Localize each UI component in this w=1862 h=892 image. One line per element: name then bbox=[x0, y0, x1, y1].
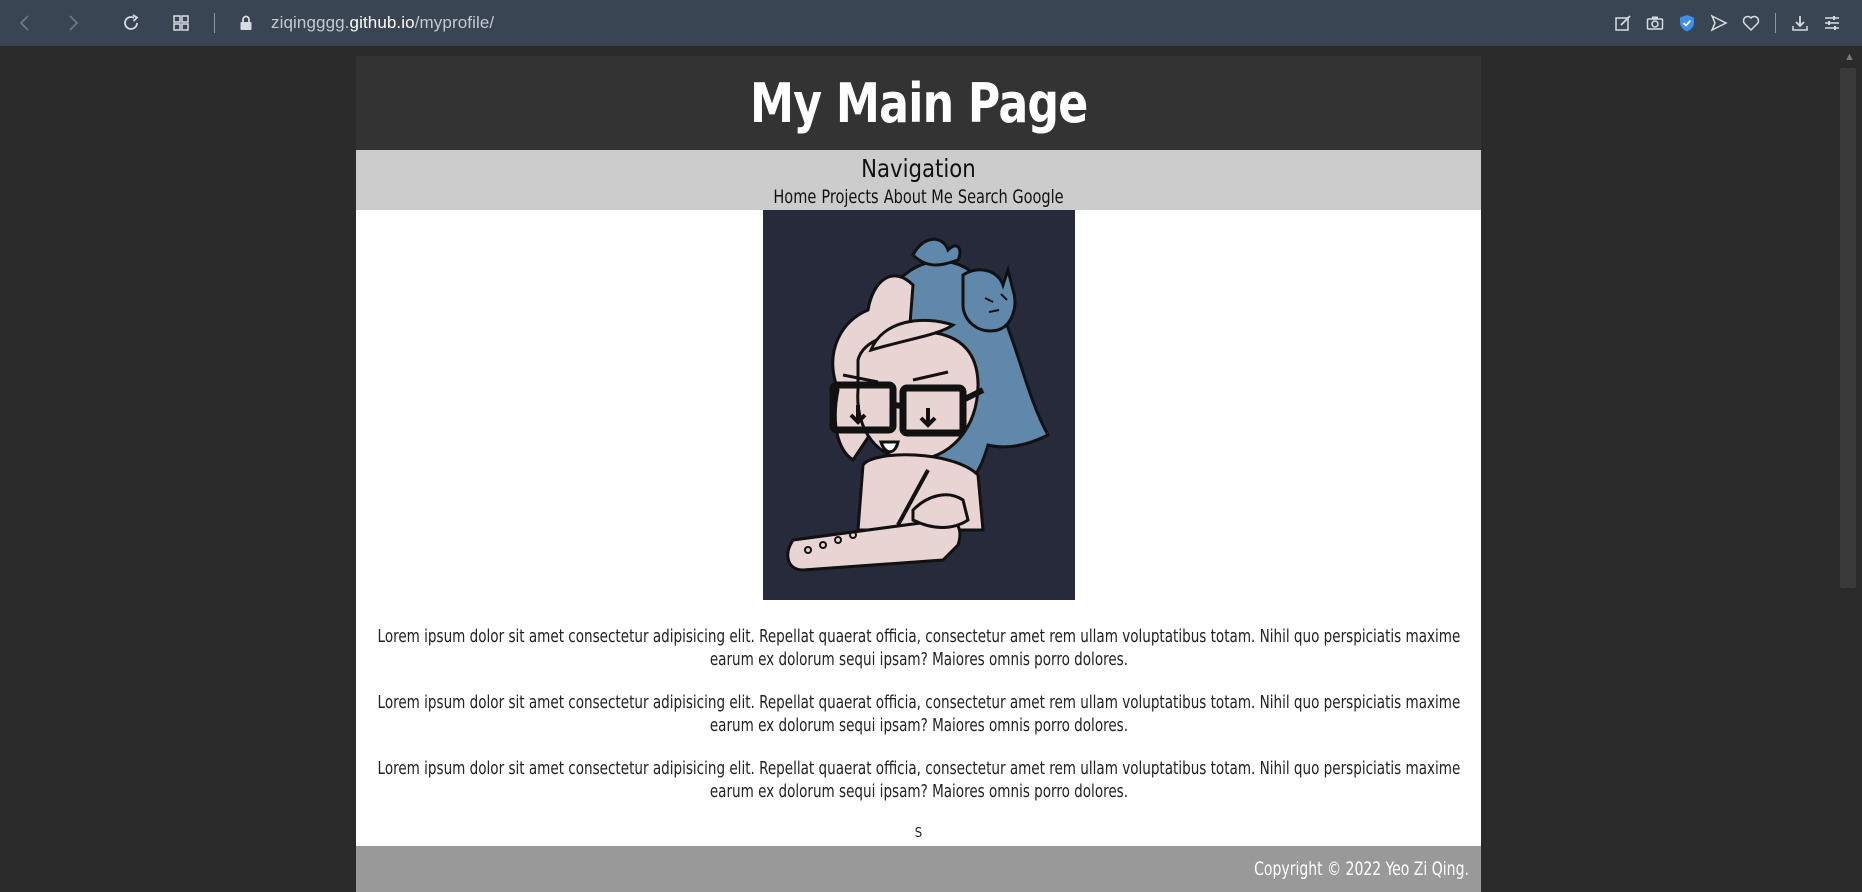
body-paragraph: Lorem ipsum dolor sit amet consectetur a… bbox=[378, 626, 1461, 672]
toolbar-actions bbox=[1607, 0, 1848, 46]
scrollbar-thumb[interactable] bbox=[1840, 68, 1856, 588]
nav-link-projects[interactable]: Projects bbox=[821, 186, 878, 208]
site-footer: Copyright © 2022 Yeo Zi Qing. bbox=[356, 846, 1481, 892]
page-viewport: My Main Page Navigation Home Projects Ab… bbox=[0, 46, 1837, 892]
nav-link-home[interactable]: Home bbox=[773, 186, 816, 208]
url-domain: github.io bbox=[349, 13, 415, 32]
url-path: /myprofile/ bbox=[414, 13, 495, 32]
browser-toolbar: ziqingggg.github.io/myprofile/ bbox=[0, 0, 1862, 46]
body-paragraph: Lorem ipsum dolor sit amet consectetur a… bbox=[378, 758, 1461, 804]
lock-icon[interactable] bbox=[231, 8, 261, 38]
copyright-text: Copyright © 2022 Yeo Zi Qing. bbox=[1254, 858, 1469, 880]
paragraph-text: Lorem ipsum dolor sit amet consectetur a… bbox=[377, 627, 1461, 670]
toolbar-divider bbox=[214, 13, 215, 33]
body-paragraph: Lorem ipsum dolor sit amet consectetur a… bbox=[378, 692, 1461, 738]
navigation-bar: Navigation Home Projects About Me Search… bbox=[356, 150, 1481, 210]
heart-icon[interactable] bbox=[1735, 8, 1767, 38]
address-bar[interactable]: ziqingggg.github.io/myprofile/ bbox=[271, 13, 494, 33]
nav-link-about-me[interactable]: About Me bbox=[884, 186, 953, 208]
camera-icon[interactable] bbox=[1639, 8, 1671, 38]
paragraph-text: Lorem ipsum dolor sit amet consectetur a… bbox=[377, 693, 1461, 736]
download-icon[interactable] bbox=[1784, 8, 1816, 38]
url-prefix: ziqingggg. bbox=[271, 13, 350, 32]
toolbar-divider bbox=[1775, 13, 1776, 33]
avatar-illustration bbox=[785, 237, 1050, 572]
send-icon[interactable] bbox=[1703, 8, 1735, 38]
settings-sliders-icon[interactable] bbox=[1816, 8, 1848, 38]
shield-icon[interactable] bbox=[1671, 8, 1703, 38]
vertical-scrollbar[interactable]: ▲ bbox=[1837, 46, 1862, 892]
paragraph-text: Lorem ipsum dolor sit amet consectetur a… bbox=[377, 759, 1461, 802]
nav-heading: Navigation bbox=[861, 154, 976, 183]
page-title: My Main Page bbox=[749, 71, 1088, 135]
site-header: My Main Page bbox=[356, 56, 1481, 150]
small-text: S bbox=[914, 826, 923, 841]
back-icon[interactable] bbox=[10, 8, 40, 38]
forward-icon[interactable] bbox=[58, 8, 88, 38]
nav-link-search-google[interactable]: Search Google bbox=[958, 186, 1064, 208]
nav-links: Home Projects About Me Search Google bbox=[440, 186, 1396, 208]
profile-avatar bbox=[762, 210, 1075, 600]
edit-icon[interactable] bbox=[1607, 8, 1639, 38]
reload-icon[interactable] bbox=[116, 8, 146, 38]
scroll-up-icon[interactable]: ▲ bbox=[1837, 50, 1862, 64]
speed-dial-icon[interactable] bbox=[166, 8, 196, 38]
page-container: My Main Page Navigation Home Projects Ab… bbox=[356, 56, 1481, 892]
